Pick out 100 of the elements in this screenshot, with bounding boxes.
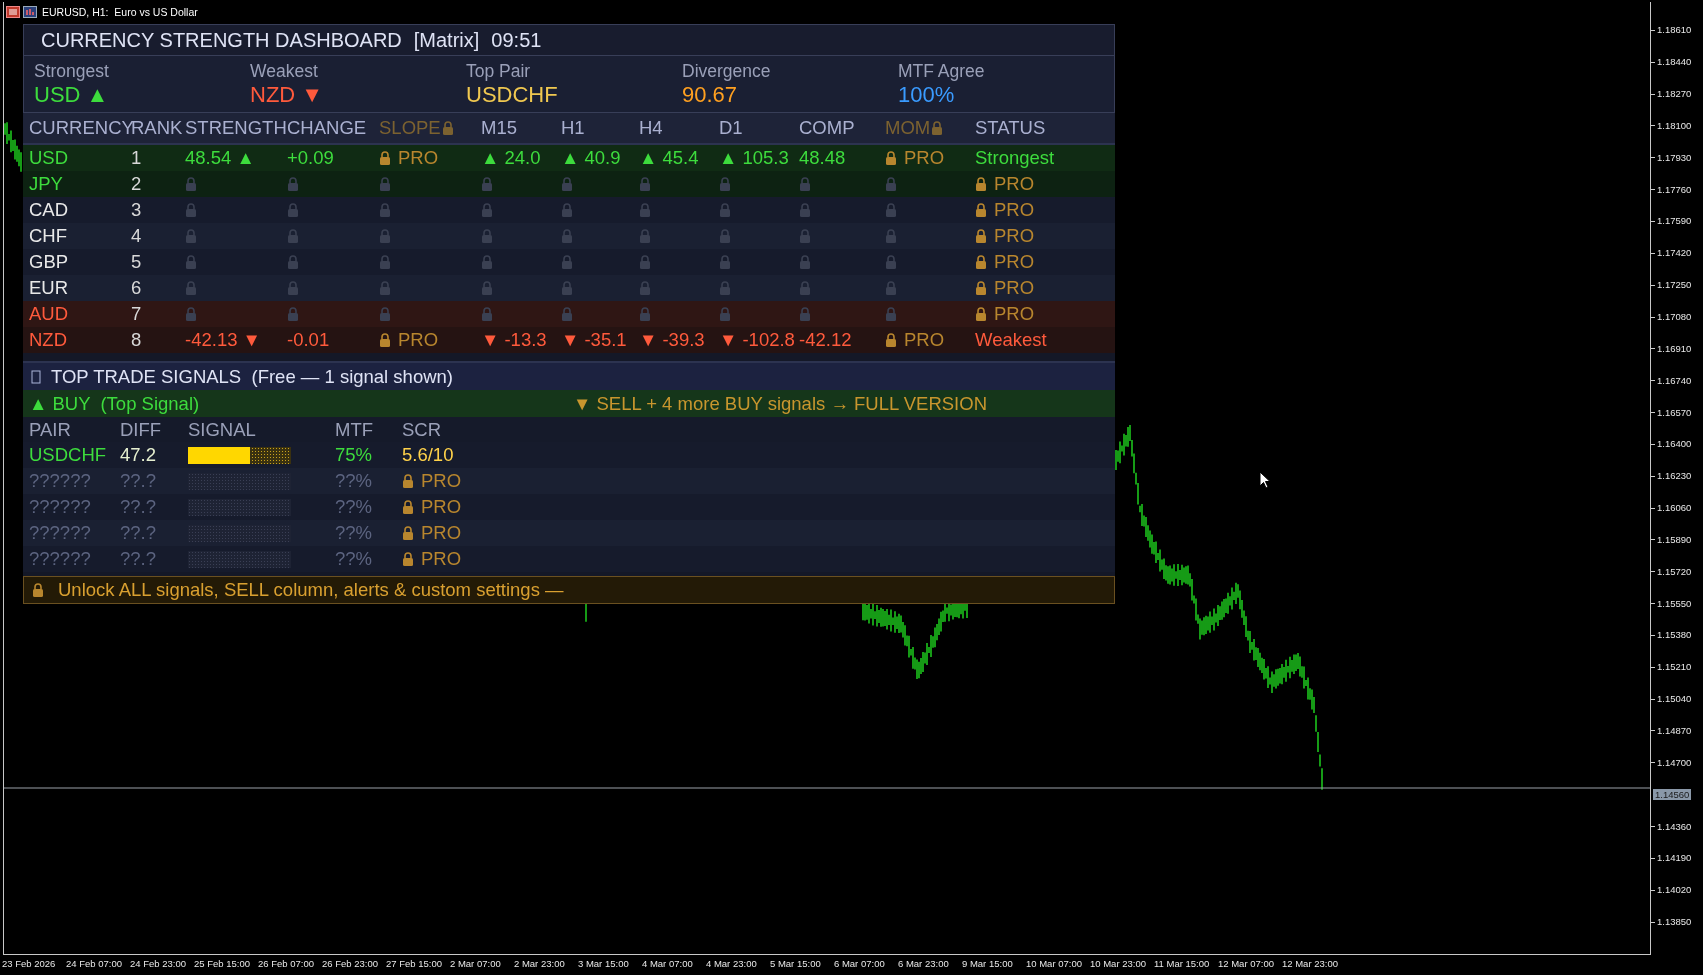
column-header: CURRENCY: [29, 117, 131, 139]
chart-icon: [23, 6, 37, 18]
dashboard-title: CURRENCY STRENGTH DASHBOARD: [41, 28, 402, 52]
mtf-cell-text: ??%: [335, 548, 374, 570]
lock-icon: [481, 203, 493, 217]
lock-icon: [481, 177, 493, 191]
value-cell: ▲ 105.3: [719, 147, 789, 169]
value-cell: -42.13 ▼: [185, 329, 261, 351]
lock-icon: [379, 281, 391, 295]
price-label: 1.17250: [1651, 279, 1692, 291]
lock-icon: [402, 552, 414, 566]
summary-value: USDCHF: [466, 82, 558, 108]
pro-label: PRO: [994, 199, 1035, 221]
column-header: PAIR: [29, 418, 72, 441]
lock-icon: [885, 333, 897, 347]
price-label: 1.14870: [1651, 725, 1692, 736]
summary-label: Weakest: [250, 60, 318, 82]
diff-cell-text: 47.2: [120, 444, 157, 466]
lock-icon: [975, 203, 987, 217]
column-header: COMP: [799, 117, 856, 139]
lock-icon: [185, 203, 197, 217]
time-label: 23 Feb 2026: [2, 957, 57, 971]
price-label: 1.17080: [1651, 311, 1692, 322]
diff-cell-text: ??.?: [120, 548, 157, 570]
diff-cell-text: ??.?: [120, 522, 157, 544]
lock-icon: [561, 281, 573, 295]
value-cell: ▼ -35.1: [561, 329, 627, 351]
lock-icon: [639, 255, 651, 269]
time-label: 2 Mar 23:00: [514, 957, 566, 971]
lock-icon: [402, 526, 414, 540]
box-icon: [31, 369, 41, 384]
pro-label: PRO: [421, 470, 462, 492]
price-label: 1.14020: [1651, 884, 1692, 896]
time-label: 4 Mar 07:00: [642, 957, 694, 971]
price-label: 1.14700: [1651, 756, 1692, 768]
time-label: 12 Mar 07:00: [1218, 957, 1275, 971]
price-label: 1.16400: [1651, 438, 1692, 450]
summary-value: 100%: [898, 82, 955, 108]
lock-icon: [185, 177, 197, 191]
rank-cell-text: 8: [131, 329, 143, 351]
window-title: EURUSD, H1: Euro vs US Dollar: [42, 6, 198, 18]
price-label: 1.17760: [1651, 183, 1692, 195]
buy-label: ▲ BUY (Top Signal): [29, 392, 201, 415]
summary-value: NZD ▼: [250, 82, 324, 108]
time-label: 26 Feb 07:00: [258, 957, 315, 971]
lock-icon: [379, 151, 391, 165]
time-label: 24 Feb 23:00: [130, 957, 187, 971]
price-label: 1.18100: [1651, 119, 1692, 131]
lock-icon: [799, 307, 811, 321]
lock-icon: [185, 255, 197, 269]
column-header: CHANGE: [287, 117, 368, 139]
pro-label: PRO: [398, 147, 439, 169]
price-label: 1.14360: [1651, 820, 1692, 832]
lock-icon: [639, 281, 651, 295]
lock-icon: [639, 203, 651, 217]
mtf-cell-text: ??%: [335, 496, 374, 518]
value-cell: ▼ -102.8: [719, 329, 795, 351]
score-cell: 5.6/10: [402, 444, 454, 466]
pair-cell-text: ??????: [29, 496, 92, 518]
diff-cell-text: ??.?: [120, 470, 157, 492]
currency-code: JPY: [29, 173, 64, 195]
pro-label: PRO: [994, 173, 1035, 195]
unlock-text: Unlock ALL signals, SELL column, alerts & custom settings —: [58, 579, 564, 601]
rank-cell-text: 3: [131, 199, 143, 221]
lock-icon: [885, 203, 897, 217]
lock-icon: [287, 281, 299, 295]
lock-icon: [885, 151, 897, 165]
lock-icon: [639, 177, 651, 191]
column-header: DIFF: [120, 418, 163, 441]
column-header: MTF: [335, 418, 374, 441]
mtf-cell-text: ??%: [335, 470, 374, 492]
column-header: SIGNAL: [188, 418, 257, 441]
lock-icon: [561, 255, 573, 269]
time-label: 3 Mar 15:00: [578, 957, 630, 971]
lock-icon: [287, 229, 299, 243]
pro-label: PRO: [904, 147, 945, 169]
clock-time: 09:51: [491, 28, 542, 52]
summary-label: MTF Agree: [898, 60, 985, 82]
value-cell: ▲ 40.9: [561, 147, 621, 169]
pro-label: PRO: [421, 496, 462, 518]
value-cell: -0.01: [287, 329, 330, 351]
time-label: 6 Mar 23:00: [898, 957, 950, 971]
window-icon: [6, 6, 20, 18]
lock-icon: [719, 177, 731, 191]
price-label: 1.18440: [1651, 56, 1692, 68]
column-header: M15: [481, 117, 518, 139]
lock-icon: [975, 229, 987, 243]
lock-icon: [185, 307, 197, 321]
summary-label: Divergence: [682, 60, 771, 82]
pro-label: PRO: [994, 303, 1035, 325]
lock-icon: [639, 307, 651, 321]
time-label: 2 Mar 07:00: [450, 957, 502, 971]
price-label: 1.13850: [1651, 916, 1692, 928]
rank-cell-text: 2: [131, 173, 143, 195]
currency-code: CHF: [29, 225, 69, 247]
column-header: H4: [639, 117, 664, 139]
rank-cell-text: 1: [131, 147, 143, 169]
lock-icon: [481, 307, 493, 321]
price-label: 1.18270: [1651, 88, 1692, 100]
time-label: 4 Mar 23:00: [706, 957, 758, 971]
